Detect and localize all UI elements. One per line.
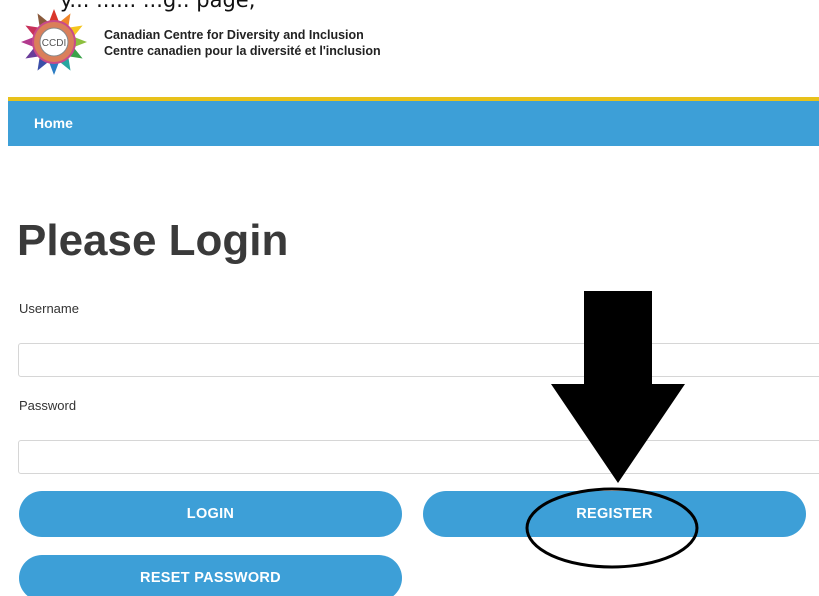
org-name-english: Canadian Centre for Diversity and Inclus…: [104, 28, 364, 42]
nav-item-home[interactable]: Home: [34, 115, 73, 131]
password-input[interactable]: [18, 440, 819, 474]
page-title: Please Login: [17, 216, 289, 265]
org-name-french: Centre canadien pour la diversité et l'i…: [104, 44, 381, 58]
ccdi-logo: CCDI: [21, 9, 87, 75]
reset-password-button[interactable]: RESET PASSWORD: [19, 555, 402, 596]
register-button[interactable]: REGISTER: [423, 491, 806, 537]
page: y... ...... ...g.. page, CCDI Canadian C…: [0, 0, 819, 596]
username-label: Username: [19, 301, 79, 316]
password-label: Password: [19, 398, 77, 413]
main-navbar: Home: [8, 101, 819, 146]
username-input[interactable]: [18, 343, 819, 377]
login-button[interactable]: LOGIN: [19, 491, 402, 537]
logo-text: CCDI: [42, 38, 66, 49]
